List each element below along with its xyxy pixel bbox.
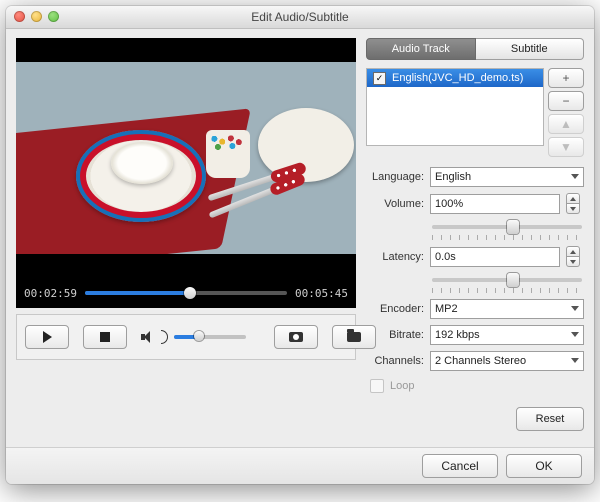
audio-form: Language: English Volume: 100% — [366, 167, 584, 393]
loop-row: Loop — [366, 379, 584, 393]
window-title: Edit Audio/Subtitle — [6, 6, 594, 28]
volume-control — [141, 330, 246, 344]
reset-button[interactable]: Reset — [516, 407, 584, 431]
snapshot-button[interactable] — [274, 325, 318, 349]
video-preview[interactable] — [16, 38, 356, 278]
volume-field[interactable]: 100% — [430, 194, 560, 214]
latency-slider[interactable] — [430, 273, 584, 293]
edit-audio-subtitle-window: Edit Audio/Subtitle — [6, 6, 594, 484]
content: 00:02:59 00:05:45 — [6, 28, 594, 448]
track-listbox[interactable]: ✓ English(JVC_HD_demo.ts) — [366, 68, 544, 146]
channels-label: Channels: — [366, 355, 424, 367]
titlebar: Edit Audio/Subtitle — [6, 6, 594, 29]
track-list-buttons: + − ▲ ▼ — [548, 68, 584, 157]
volume-value: 100% — [435, 198, 463, 210]
move-up-button[interactable]: ▲ — [548, 114, 584, 134]
volume-stepper[interactable] — [566, 193, 580, 214]
track-label: English(JVC_HD_demo.ts) — [392, 72, 523, 84]
track-list-panel: ✓ English(JVC_HD_demo.ts) + − ▲ ▼ — [366, 68, 584, 157]
transport-controls — [16, 314, 356, 360]
latency-label: Latency: — [366, 251, 424, 263]
move-down-button[interactable]: ▼ — [548, 137, 584, 157]
bitrate-select[interactable]: 192 kbps — [430, 325, 584, 345]
ok-button[interactable]: OK — [506, 454, 582, 478]
latency-step-down[interactable] — [566, 257, 580, 267]
speaker-icon[interactable] — [141, 330, 155, 344]
bitrate-label: Bitrate: — [366, 329, 424, 341]
language-value: English — [435, 171, 471, 183]
tab-subtitle[interactable]: Subtitle — [476, 38, 585, 60]
dialog-footer: Cancel OK — [6, 447, 594, 484]
seek-slider[interactable] — [85, 291, 287, 295]
settings-pane: Audio Track Subtitle ✓ English(JVC_HD_de… — [366, 38, 584, 438]
play-icon — [43, 331, 52, 343]
volume-step-up[interactable] — [566, 193, 580, 204]
tab-audio-track[interactable]: Audio Track — [366, 38, 476, 60]
cancel-button[interactable]: Cancel — [422, 454, 498, 478]
encoder-value: MP2 — [435, 303, 458, 315]
volume-label: Volume: — [366, 198, 424, 210]
language-label: Language: — [366, 171, 424, 183]
current-time: 00:02:59 — [24, 287, 77, 300]
volume-step-down[interactable] — [566, 204, 580, 214]
zoom-icon[interactable] — [48, 11, 59, 22]
play-button[interactable] — [25, 325, 69, 349]
loop-label: Loop — [390, 380, 414, 392]
add-track-button[interactable]: + — [548, 68, 584, 88]
video-still-image — [16, 62, 356, 254]
loop-checkbox[interactable] — [370, 379, 384, 393]
latency-slider-knob[interactable] — [507, 273, 519, 287]
close-icon[interactable] — [14, 11, 25, 22]
encoder-label: Encoder: — [366, 303, 424, 315]
volume-slider[interactable] — [174, 335, 246, 339]
volume-slider-fine[interactable] — [430, 220, 584, 240]
channels-value: 2 Channels Stereo — [435, 355, 526, 367]
camera-icon — [289, 332, 303, 342]
seek-knob[interactable] — [184, 287, 196, 299]
latency-stepper[interactable] — [566, 246, 580, 267]
bitrate-value: 192 kbps — [435, 329, 480, 341]
encoder-select[interactable]: MP2 — [430, 299, 584, 319]
duration: 00:05:45 — [295, 287, 348, 300]
tabs: Audio Track Subtitle — [366, 38, 584, 60]
preview-pane: 00:02:59 00:05:45 — [16, 38, 356, 438]
minimize-icon[interactable] — [31, 11, 42, 22]
latency-value: 0.0s — [435, 251, 456, 263]
transport-timeline: 00:02:59 00:05:45 — [16, 278, 356, 308]
latency-field[interactable]: 0.0s — [430, 247, 560, 267]
channels-select[interactable]: 2 Channels Stereo — [430, 351, 584, 371]
sound-waves-icon — [161, 330, 168, 344]
volume-knob[interactable] — [194, 331, 204, 341]
language-select[interactable]: English — [430, 167, 584, 187]
track-list-item[interactable]: ✓ English(JVC_HD_demo.ts) — [367, 69, 543, 87]
remove-track-button[interactable]: − — [548, 91, 584, 111]
track-checkbox[interactable]: ✓ — [373, 72, 386, 85]
folder-icon — [347, 332, 361, 342]
latency-step-up[interactable] — [566, 246, 580, 257]
stop-icon — [100, 332, 110, 342]
window-controls — [14, 11, 59, 22]
stop-button[interactable] — [83, 325, 127, 349]
volume-slider-knob[interactable] — [507, 220, 519, 234]
